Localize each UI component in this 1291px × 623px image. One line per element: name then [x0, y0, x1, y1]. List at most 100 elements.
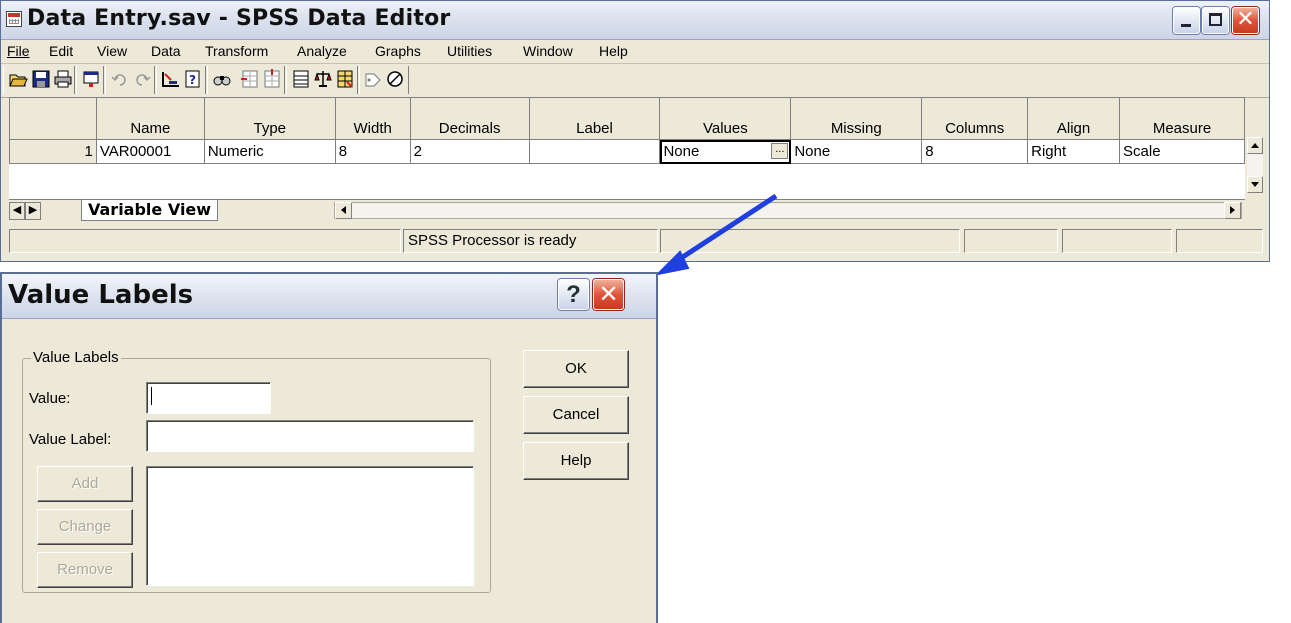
tab-next-icon[interactable]: ▶ — [25, 202, 41, 220]
column-header-align[interactable]: Align — [1027, 97, 1121, 140]
change-button[interactable]: Change — [37, 509, 133, 545]
cell-missing[interactable]: None — [790, 139, 923, 164]
arrow-down-icon — [1251, 182, 1259, 187]
menu-edit[interactable]: Edit — [49, 43, 73, 59]
column-header-width[interactable]: Width — [334, 97, 411, 140]
menu-help[interactable]: Help — [599, 43, 628, 59]
column-header-measure[interactable]: Measure — [1119, 97, 1245, 140]
select-cases-icon[interactable] — [334, 68, 356, 90]
add-button[interactable]: Add — [37, 466, 133, 502]
scroll-down-button[interactable] — [1247, 176, 1263, 193]
menu-transform-label: Transform — [205, 43, 269, 59]
menu-analyze[interactable]: Analyze — [297, 43, 347, 59]
menu-window[interactable]: Window — [523, 43, 573, 59]
title-bar[interactable]: Data Entry.sav - SPSS Data Editor ✕ — [1, 1, 1269, 40]
dialog-recall-icon[interactable] — [81, 68, 103, 90]
column-header-values[interactable]: Values — [659, 97, 792, 140]
dialog-title-bar[interactable]: Value Labels ? ✕ — [2, 274, 656, 319]
menu-view-label: View — [97, 43, 128, 59]
menu-utilities[interactable]: Utilities — [447, 43, 492, 59]
minimize-button[interactable] — [1173, 7, 1200, 34]
status-pane-grip[interactable] — [1176, 229, 1263, 253]
spss-data-editor-window: Data Entry.sav - SPSS Data Editor ✕ File… — [0, 0, 1270, 262]
tab-variable-view[interactable]: Variable View — [81, 200, 219, 221]
variable-grid: Name Type Width Decimals Label Values Mi… — [9, 97, 1245, 199]
goto-case-icon[interactable] — [160, 68, 182, 90]
variable-row: 1 VAR00001 Numeric 8 2 None... None 8 Ri… — [9, 139, 1245, 164]
arrow-up-icon — [1251, 143, 1259, 148]
view-tab-bar: ◀ ▶ Variable View — [9, 199, 1245, 222]
scroll-up-button[interactable] — [1247, 137, 1263, 154]
callout-arrow — [654, 193, 778, 276]
menu-file-label: File — [7, 43, 30, 59]
menu-data[interactable]: Data — [151, 43, 181, 59]
row-number[interactable]: 1 — [9, 139, 97, 164]
value-input[interactable] — [146, 382, 271, 414]
split-file-icon[interactable] — [290, 68, 312, 90]
maximize-button[interactable] — [1202, 7, 1229, 34]
grid-corner[interactable] — [9, 97, 97, 140]
menu-utilities-label: Utilities — [447, 43, 493, 59]
tab-scroll-arrows[interactable]: ◀ ▶ — [9, 202, 41, 220]
cell-align[interactable]: Right — [1027, 139, 1121, 164]
menu-view[interactable]: View — [97, 43, 127, 59]
value-labels-icon[interactable] — [362, 68, 384, 90]
minimize-icon — [1181, 24, 1191, 27]
cell-decimals[interactable]: 2 — [409, 139, 530, 164]
value-labels-dialog: Value Labels ? ✕ Value Labels Value: Val… — [0, 272, 658, 623]
insert-variable-icon[interactable] — [261, 68, 283, 90]
redo-icon[interactable] — [131, 68, 153, 90]
cell-values[interactable]: None... — [659, 139, 792, 164]
cancel-button[interactable]: Cancel — [523, 396, 629, 434]
remove-button[interactable]: Remove — [37, 552, 133, 588]
scroll-left-button[interactable] — [335, 202, 352, 219]
status-pane-info — [9, 229, 401, 253]
find-icon[interactable] — [211, 68, 233, 90]
menu-transform[interactable]: Transform — [205, 43, 268, 59]
column-header-decimals[interactable]: Decimals — [409, 97, 530, 140]
ok-button[interactable]: OK — [523, 350, 629, 388]
tab-prev-icon[interactable]: ◀ — [9, 202, 25, 220]
cell-label[interactable] — [528, 139, 661, 164]
menu-file[interactable]: File — [7, 43, 30, 59]
scroll-right-button[interactable] — [1224, 202, 1241, 219]
cell-width[interactable]: 8 — [334, 139, 411, 164]
vertical-scrollbar[interactable] — [1247, 137, 1263, 193]
save-icon[interactable] — [30, 68, 52, 90]
group-legend: Value Labels — [31, 349, 121, 366]
menu-edit-label: Edit — [49, 43, 74, 59]
column-header-name[interactable]: Name — [95, 97, 205, 140]
menu-graphs[interactable]: Graphs — [375, 43, 421, 59]
undo-icon[interactable] — [109, 68, 131, 90]
menu-data-label: Data — [151, 43, 181, 59]
column-header-label[interactable]: Label — [528, 97, 661, 140]
status-pane-split — [1062, 229, 1172, 253]
variables-icon[interactable]: ? — [182, 68, 204, 90]
insert-cases-icon[interactable] — [239, 68, 261, 90]
value-label-input[interactable] — [146, 420, 474, 452]
weight-cases-icon[interactable] — [312, 68, 334, 90]
help-icon[interactable]: ? — [558, 279, 589, 310]
toolbar: ? — [1, 63, 1269, 98]
spss-app-icon[interactable] — [6, 11, 22, 27]
help-button[interactable]: Help — [523, 442, 629, 480]
cell-columns[interactable]: 8 — [921, 139, 1029, 164]
arrow-left-icon — [341, 206, 346, 214]
values-ellipsis-button[interactable]: ... — [771, 143, 789, 159]
close-button[interactable]: ✕ — [1232, 7, 1259, 34]
cell-name[interactable]: VAR00001 — [95, 139, 205, 164]
value-labels-list[interactable] — [146, 466, 474, 586]
column-header-columns[interactable]: Columns — [921, 97, 1029, 140]
cell-type[interactable]: Numeric — [203, 139, 336, 164]
cell-measure[interactable]: Scale — [1119, 139, 1245, 164]
menu-analyze-label: Analyze — [297, 43, 347, 59]
menu-bar: File Edit View Data Transform Analyze Gr… — [1, 39, 1269, 64]
use-sets-icon[interactable] — [384, 68, 406, 90]
window-title: Data Entry.sav - SPSS Data Editor — [27, 6, 451, 31]
open-icon[interactable] — [7, 68, 29, 90]
dialog-close-icon[interactable]: ✕ — [593, 279, 624, 310]
print-icon[interactable] — [52, 68, 74, 90]
column-header-type[interactable]: Type — [203, 97, 336, 140]
maximize-icon — [1209, 13, 1222, 26]
column-header-missing[interactable]: Missing — [790, 97, 923, 140]
